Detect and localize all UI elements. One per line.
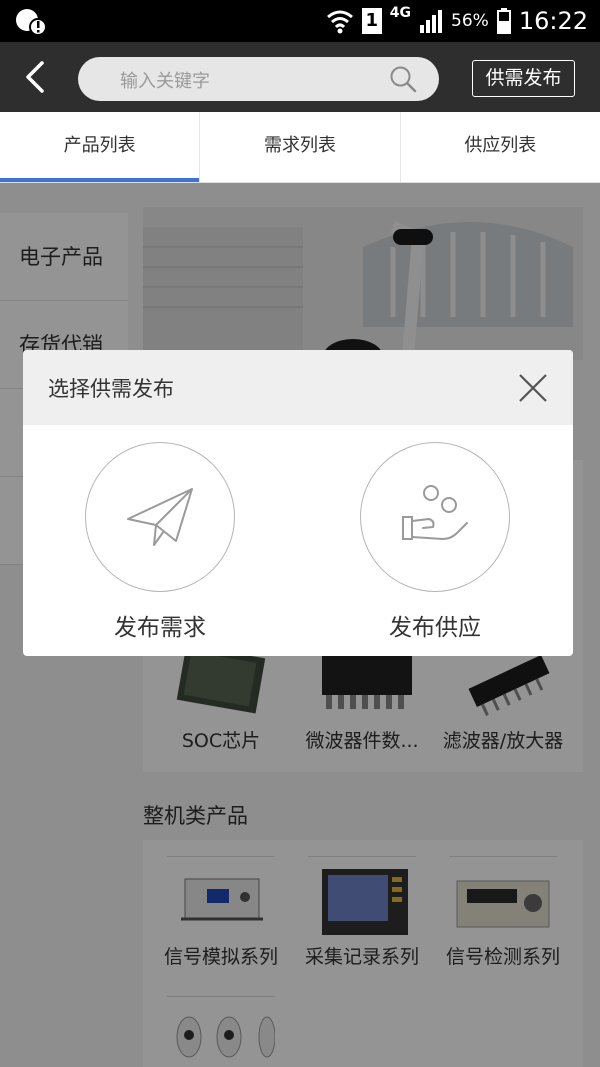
clock: 16:22 [518,7,588,35]
tab-demand-list[interactable]: 需求列表 [200,112,401,182]
publish-supply-button[interactable] [360,442,510,592]
tab-product-list[interactable]: 产品列表 [0,112,201,182]
publish-supply-option[interactable]: 发布供应 [360,442,510,642]
dialog-header: 选择供需发布 [23,350,573,425]
publish-demand-button[interactable] [85,442,235,592]
hand-coins-icon [402,485,468,540]
top-nav-bar: 输入关键字 供需发布 [0,42,600,112]
notification-alert-icon [16,9,46,36]
publish-demand-option[interactable]: 发布需求 [85,442,235,642]
status-bar: 1 4G 56% 16:22 [0,0,600,42]
battery-percent: 56% [451,11,489,31]
close-icon[interactable] [517,372,549,404]
signal-icon [420,10,443,33]
search-placeholder: 输入关键字 [120,71,210,92]
publish-supply-label: 发布供应 [389,615,481,641]
supply-demand-publish-button[interactable]: 供需发布 [472,60,575,97]
dialog-title: 选择供需发布 [48,377,174,401]
search-input[interactable]: 输入关键字 [78,57,439,101]
battery-icon [496,8,511,34]
publish-type-dialog: 选择供需发布 发布需求 发布供应 [23,350,573,656]
wifi-icon [326,10,353,34]
back-arrow-icon[interactable] [20,60,54,94]
publish-demand-label: 发布需求 [114,615,206,641]
search-icon[interactable] [389,65,417,93]
sim-indicator: 1 [361,8,382,34]
tab-bar: 产品列表 需求列表 供应列表 [0,112,600,183]
paper-plane-icon [127,488,193,546]
network-type: 4G [389,5,412,21]
tab-supply-list[interactable]: 供应列表 [401,112,600,182]
